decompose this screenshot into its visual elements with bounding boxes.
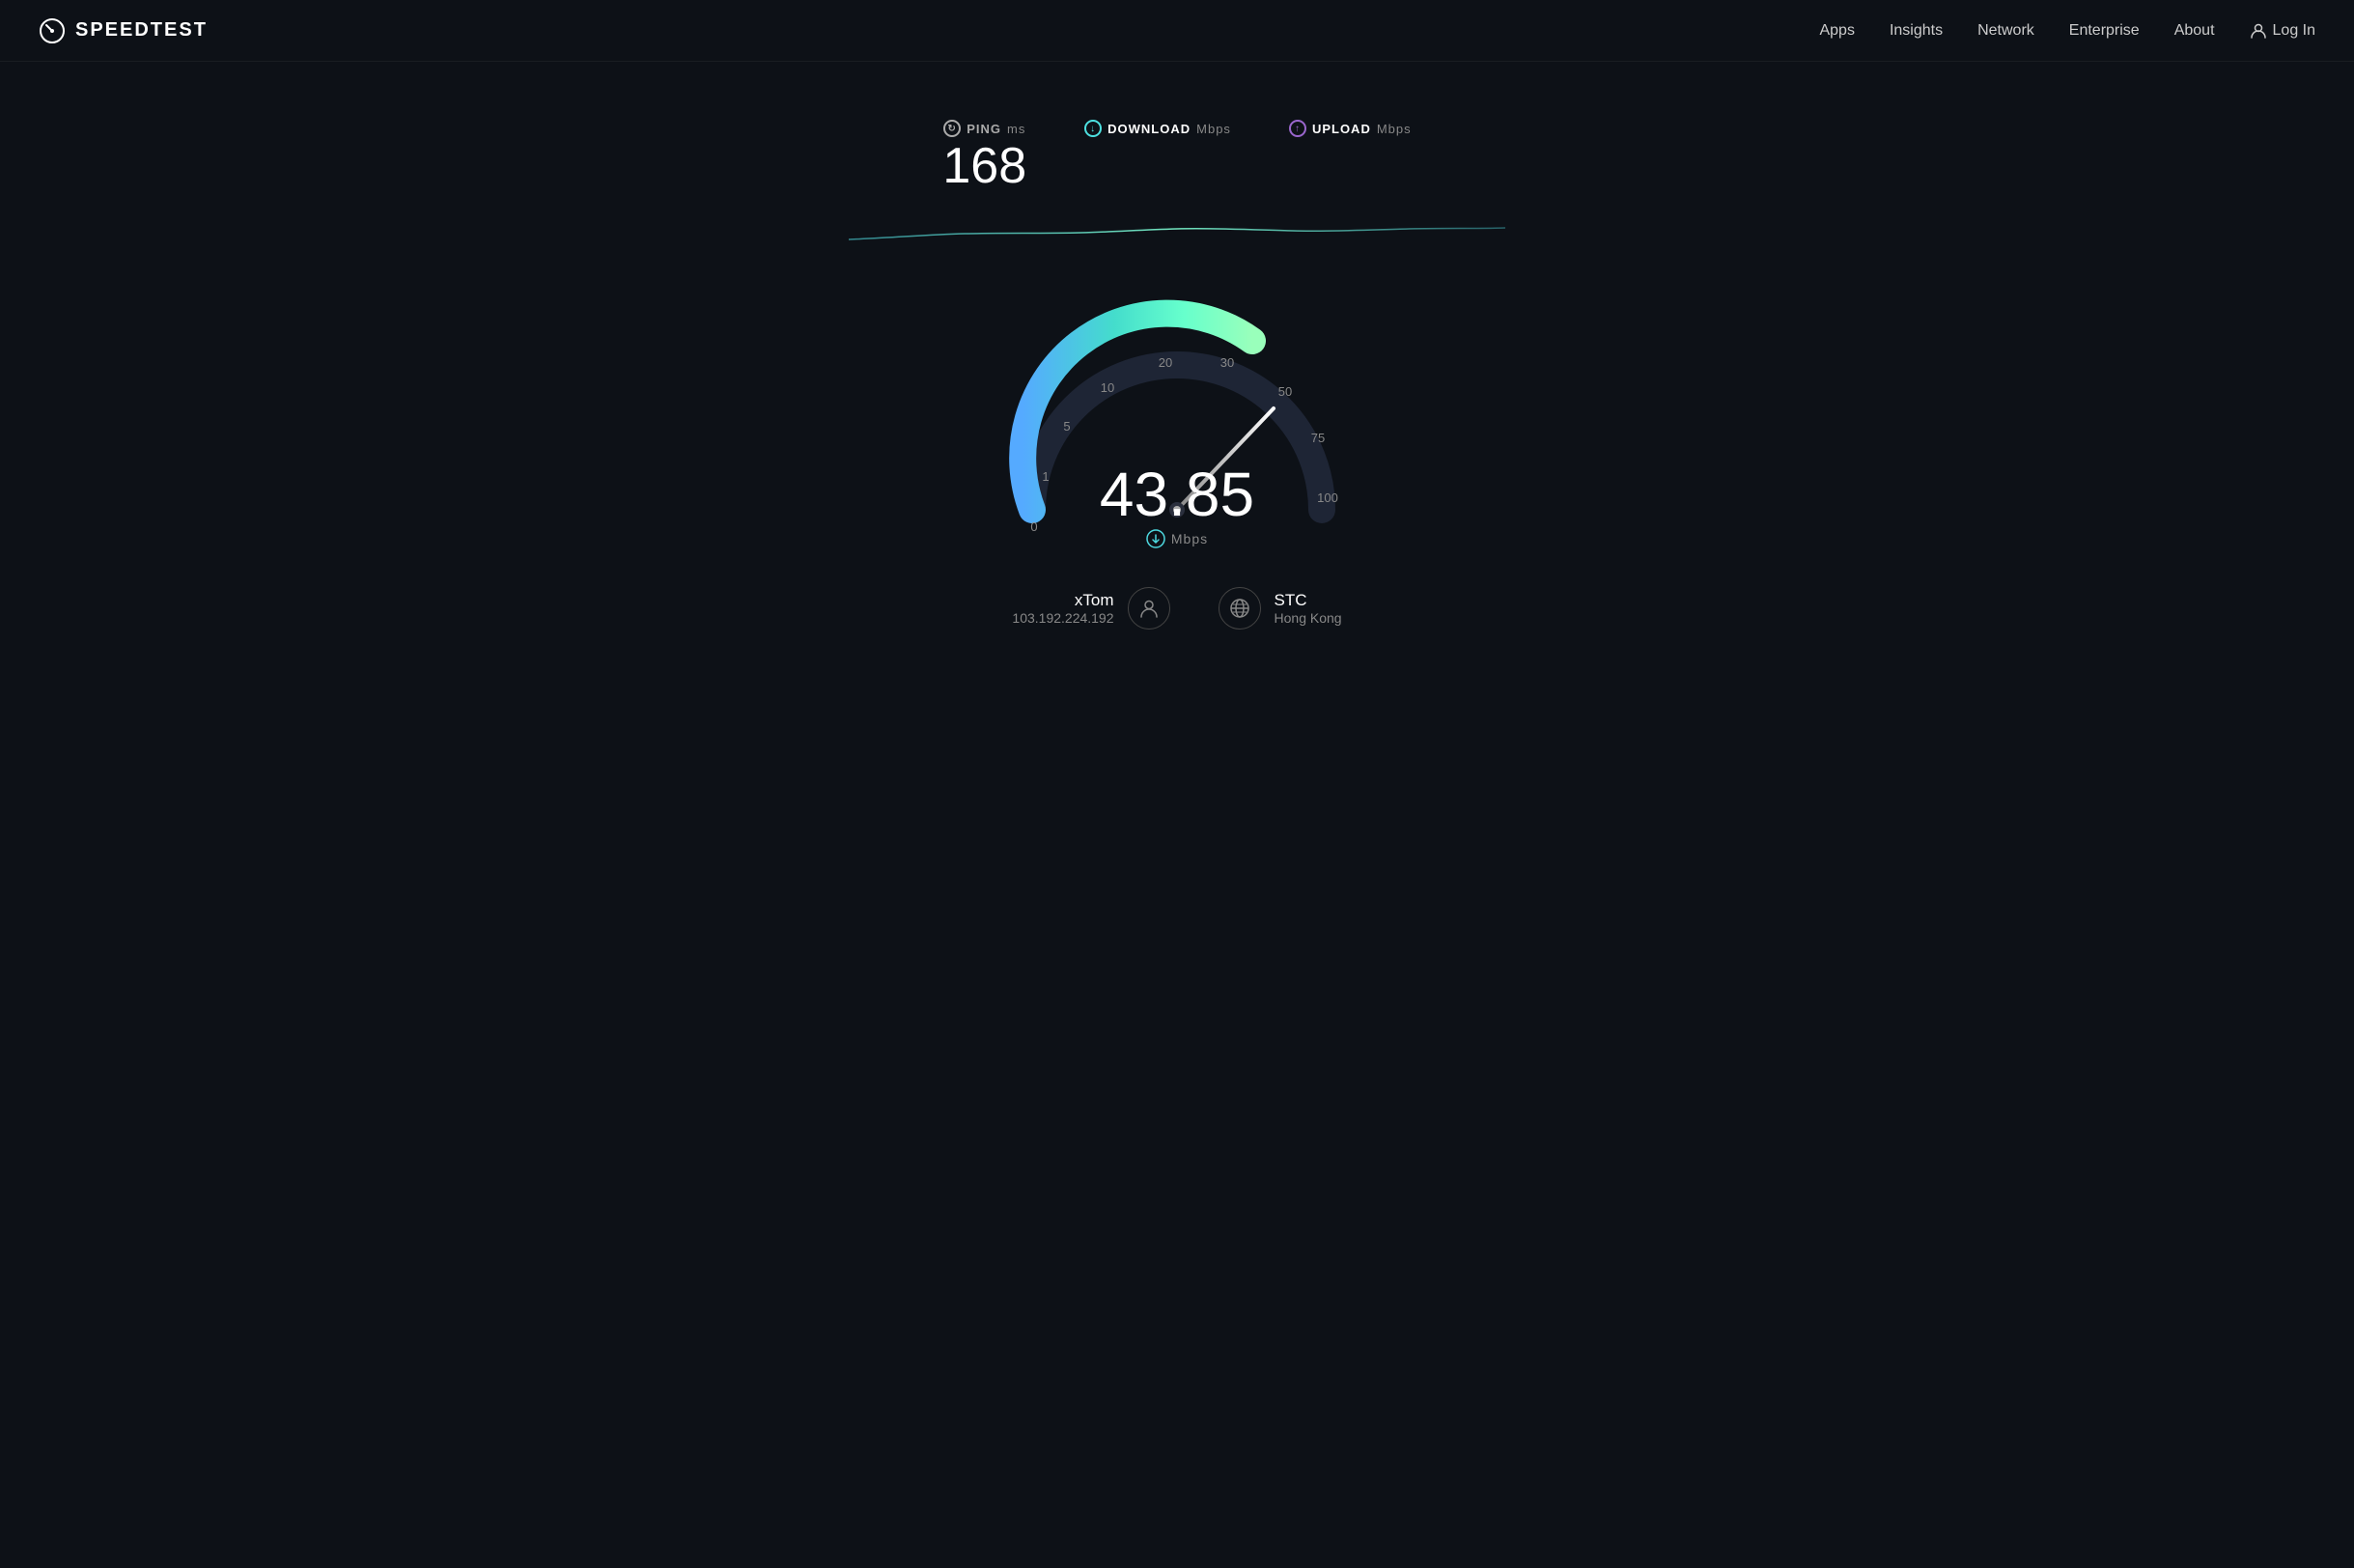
svg-text:10: 10 bbox=[1101, 380, 1114, 395]
globe-icon bbox=[1229, 598, 1250, 619]
svg-text:5: 5 bbox=[1063, 419, 1070, 434]
host-icon bbox=[1128, 587, 1170, 630]
server-name: STC bbox=[1275, 591, 1342, 610]
upload-label: ↑ UPLOAD Mbps bbox=[1289, 120, 1412, 137]
gauge-unit-row: Mbps bbox=[1100, 529, 1254, 548]
ping-metric: ↻ PING ms 168 bbox=[942, 120, 1026, 191]
host-name: xTom bbox=[1012, 591, 1113, 610]
download-circle-icon bbox=[1146, 529, 1165, 548]
svg-text:75: 75 bbox=[1311, 431, 1325, 445]
ping-label: ↻ PING ms bbox=[943, 120, 1025, 137]
upload-metric: ↑ UPLOAD Mbps bbox=[1289, 120, 1412, 141]
ping-icon: ↻ bbox=[943, 120, 961, 137]
user-icon bbox=[2250, 22, 2267, 40]
svg-text:0: 0 bbox=[1030, 519, 1037, 534]
download-icon: ↓ bbox=[1084, 120, 1102, 137]
nav-apps[interactable]: Apps bbox=[1819, 22, 1854, 40]
main-content: ↻ PING ms 168 ↓ DOWNLOAD Mbps ↑ UPLOAD M… bbox=[0, 62, 2354, 630]
svg-text:100: 100 bbox=[1317, 490, 1338, 505]
server-info: STC Hong Kong bbox=[1219, 587, 1342, 630]
logo-text: SPEEDTEST bbox=[75, 19, 208, 42]
info-row: xTom 103.192.224.192 bbox=[1012, 587, 1341, 630]
person-icon bbox=[1138, 598, 1160, 619]
login-label: Log In bbox=[2273, 22, 2315, 40]
host-ip: 103.192.224.192 bbox=[1012, 610, 1113, 626]
host-info: xTom 103.192.224.192 bbox=[1012, 587, 1169, 630]
svg-text:20: 20 bbox=[1159, 355, 1172, 370]
logo[interactable]: SPEEDTEST bbox=[39, 17, 208, 44]
server-location: Hong Kong bbox=[1275, 610, 1342, 626]
download-label: ↓ DOWNLOAD Mbps bbox=[1084, 120, 1231, 137]
nav-insights[interactable]: Insights bbox=[1890, 22, 1943, 40]
nav-enterprise[interactable]: Enterprise bbox=[2069, 22, 2140, 40]
metrics-row: ↻ PING ms 168 ↓ DOWNLOAD Mbps ↑ UPLOAD M… bbox=[942, 120, 1411, 191]
gauge-number: 43.85 bbox=[1100, 463, 1254, 525]
ping-value: 168 bbox=[942, 141, 1026, 191]
gauge-unit-label: Mbps bbox=[1171, 531, 1208, 546]
svg-text:50: 50 bbox=[1278, 384, 1292, 399]
download-metric: ↓ DOWNLOAD Mbps bbox=[1084, 120, 1231, 141]
upload-icon: ↑ bbox=[1289, 120, 1306, 137]
nav-network[interactable]: Network bbox=[1977, 22, 2034, 40]
gauge-value-display: 43.85 Mbps bbox=[1100, 463, 1254, 548]
navbar: SPEEDTEST Apps Insights Network Enterpri… bbox=[0, 0, 2354, 62]
svg-text:30: 30 bbox=[1220, 355, 1234, 370]
login-button[interactable]: Log In bbox=[2250, 22, 2315, 40]
server-icon bbox=[1219, 587, 1261, 630]
nav-about[interactable]: About bbox=[2174, 22, 2215, 40]
svg-text:1: 1 bbox=[1042, 469, 1049, 484]
nav-links: Apps Insights Network Enterprise About L… bbox=[1819, 22, 2315, 40]
gauge-container: 0 1 5 10 20 30 50 75 100 bbox=[974, 249, 1380, 558]
speedtest-logo-icon bbox=[39, 17, 66, 44]
